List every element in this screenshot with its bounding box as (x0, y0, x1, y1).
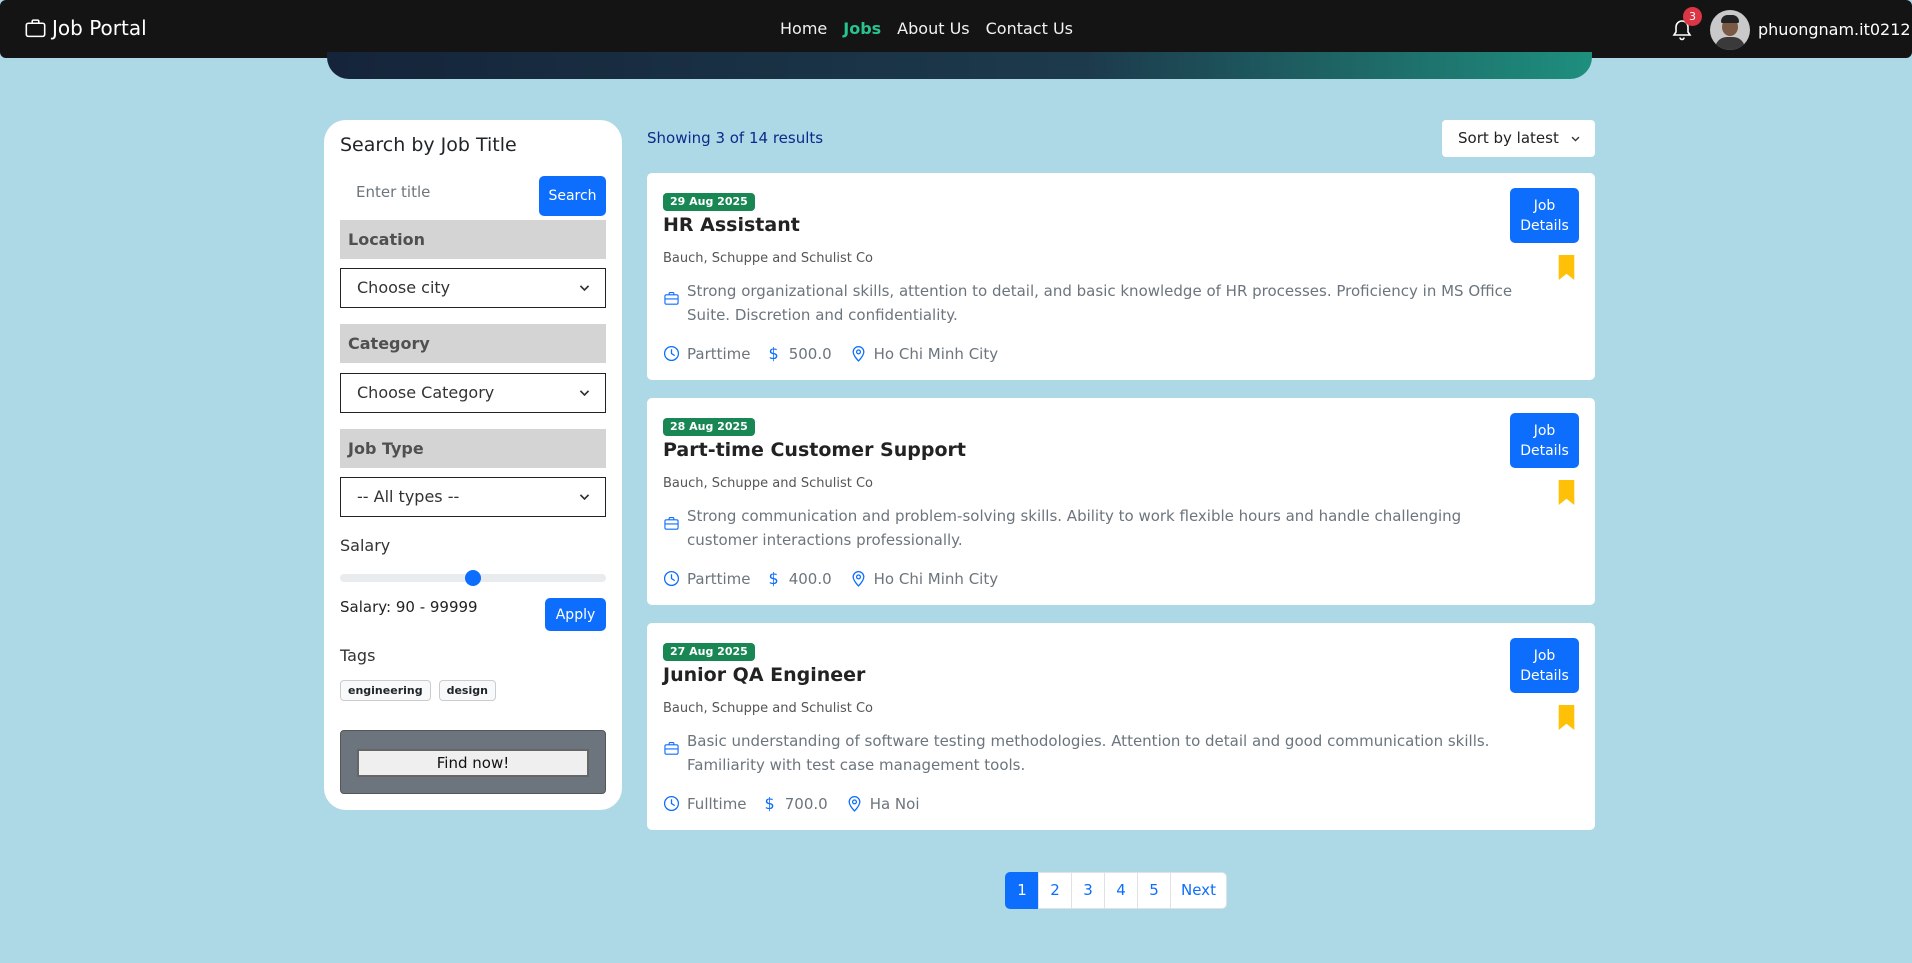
username-link[interactable]: phuongnam.it0212 (1758, 20, 1911, 39)
search-title-heading: Search by Job Title (340, 134, 517, 156)
page-link-2[interactable]: 2 (1038, 872, 1072, 909)
chevron-down-icon (1571, 136, 1580, 142)
job-description: Strong organizational skills, attention … (687, 282, 1513, 324)
job-type-select[interactable]: -- All types -- (340, 477, 606, 517)
date-badge: 27 Aug 2025 (663, 643, 755, 661)
job-card: 29 Aug 2025 HR Assistant Bauch, Schuppe … (647, 173, 1595, 380)
salary-range-text: Salary: 90 - 99999 (340, 598, 478, 616)
job-type: Parttime (687, 569, 751, 588)
top-navbar: Job Portal Home Jobs About Us Contact Us… (0, 0, 1912, 58)
brand-name: Job Portal (52, 16, 147, 40)
avatar[interactable] (1710, 10, 1750, 50)
job-salary: 400.0 (788, 569, 832, 588)
job-details-button[interactable]: Job Details (1510, 638, 1579, 693)
job-details-button[interactable]: Job Details (1510, 188, 1579, 243)
dollar-icon: $ (764, 794, 775, 813)
nav-link-home[interactable]: Home (780, 19, 827, 38)
tags-label: Tags (340, 646, 376, 665)
job-salary: 500.0 (788, 344, 832, 363)
bookmark-icon[interactable] (1557, 255, 1576, 280)
location-header: Location (340, 220, 606, 259)
job-meta: Fulltime $ 700.0 Ha Noi (663, 794, 938, 813)
salary-slider-thumb[interactable] (465, 570, 481, 586)
location-select[interactable]: Choose city (340, 268, 606, 308)
clock-icon (663, 345, 680, 362)
nav-link-jobs[interactable]: Jobs (843, 19, 881, 38)
map-pin-icon (852, 571, 865, 587)
next-page-link[interactable]: Next (1170, 872, 1227, 909)
chevron-down-icon (579, 285, 590, 292)
job-salary: 700.0 (784, 794, 828, 813)
job-meta: Parttime $ 400.0 Ho Chi Minh City (663, 569, 1016, 588)
sort-select[interactable]: Sort by latest (1442, 120, 1595, 157)
job-meta: Parttime $ 500.0 Ho Chi Minh City (663, 344, 1016, 363)
apply-salary-button[interactable]: Apply (545, 598, 606, 631)
filter-sidebar: Search by Job Title Search Location Choo… (324, 120, 622, 810)
tag-engineering[interactable]: engineering (340, 680, 431, 701)
job-location: Ho Chi Minh City (873, 569, 999, 588)
nav-link-contact[interactable]: Contact Us (986, 19, 1073, 38)
job-title[interactable]: Part-time Customer Support (663, 439, 966, 461)
location-select-value: Choose city (357, 278, 451, 297)
page-link-5[interactable]: 5 (1137, 872, 1171, 909)
notification-count-badge: 3 (1683, 7, 1702, 26)
job-location: Ho Chi Minh City (873, 344, 999, 363)
main-nav: Home Jobs About Us Contact Us (780, 19, 1089, 38)
job-location: Ha Noi (869, 794, 920, 813)
find-panel: Find now! (340, 730, 606, 794)
job-details-button[interactable]: Job Details (1510, 413, 1579, 468)
job-description: Strong communication and problem-solving… (687, 507, 1462, 549)
bookmark-icon[interactable] (1557, 480, 1576, 505)
job-card: 28 Aug 2025 Part-time Customer Support B… (647, 398, 1595, 605)
dollar-icon: $ (768, 344, 779, 363)
page-link-3[interactable]: 3 (1071, 872, 1105, 909)
category-select[interactable]: Choose Category (340, 373, 606, 413)
category-select-value: Choose Category (357, 383, 495, 402)
tag-list: engineering design (340, 680, 504, 701)
briefcase-icon (25, 18, 46, 37)
sort-select-value: Sort by latest (1458, 129, 1559, 147)
job-title[interactable]: HR Assistant (663, 214, 800, 236)
salary-slider[interactable] (340, 570, 606, 586)
page-link-1[interactable]: 1 (1005, 872, 1039, 909)
company-name: Bauch, Schuppe and Schulist Co (663, 701, 874, 716)
job-type: Fulltime (687, 794, 747, 813)
job-type-header: Job Type (340, 429, 606, 468)
pagination: 1 2 3 4 5 Next (1005, 872, 1227, 909)
brand-link[interactable]: Job Portal (24, 16, 147, 40)
job-description: Basic understanding of software testing … (687, 732, 1490, 774)
clock-icon (663, 795, 680, 812)
page-link-4[interactable]: 4 (1104, 872, 1138, 909)
bookmark-icon[interactable] (1557, 705, 1576, 730)
date-badge: 28 Aug 2025 (663, 418, 755, 436)
hero-banner-bottom (327, 52, 1592, 79)
company-name: Bauch, Schuppe and Schulist Co (663, 476, 874, 491)
map-pin-icon (848, 796, 861, 812)
nav-link-about[interactable]: About Us (897, 19, 969, 38)
results-count-text: Showing 3 of 14 results (647, 129, 824, 147)
date-badge: 29 Aug 2025 (663, 193, 755, 211)
job-type-select-value: -- All types -- (357, 487, 460, 506)
tag-design[interactable]: design (438, 680, 496, 701)
briefcase-icon (664, 291, 679, 305)
map-pin-icon (852, 346, 865, 362)
briefcase-icon (664, 741, 679, 755)
find-now-button[interactable]: Find now! (357, 749, 589, 777)
company-name: Bauch, Schuppe and Schulist Co (663, 251, 874, 266)
chevron-down-icon (579, 390, 590, 397)
job-title[interactable]: Junior QA Engineer (663, 664, 865, 686)
job-type: Parttime (687, 344, 751, 363)
chevron-down-icon (579, 494, 590, 501)
job-title-input[interactable] (340, 176, 535, 208)
job-card: 27 Aug 2025 Junior QA Engineer Bauch, Sc… (647, 623, 1595, 830)
clock-icon (663, 570, 680, 587)
category-header: Category (340, 324, 606, 363)
salary-label: Salary (340, 536, 391, 555)
dollar-icon: $ (768, 569, 779, 588)
briefcase-icon (664, 516, 679, 530)
search-button[interactable]: Search (539, 176, 606, 216)
